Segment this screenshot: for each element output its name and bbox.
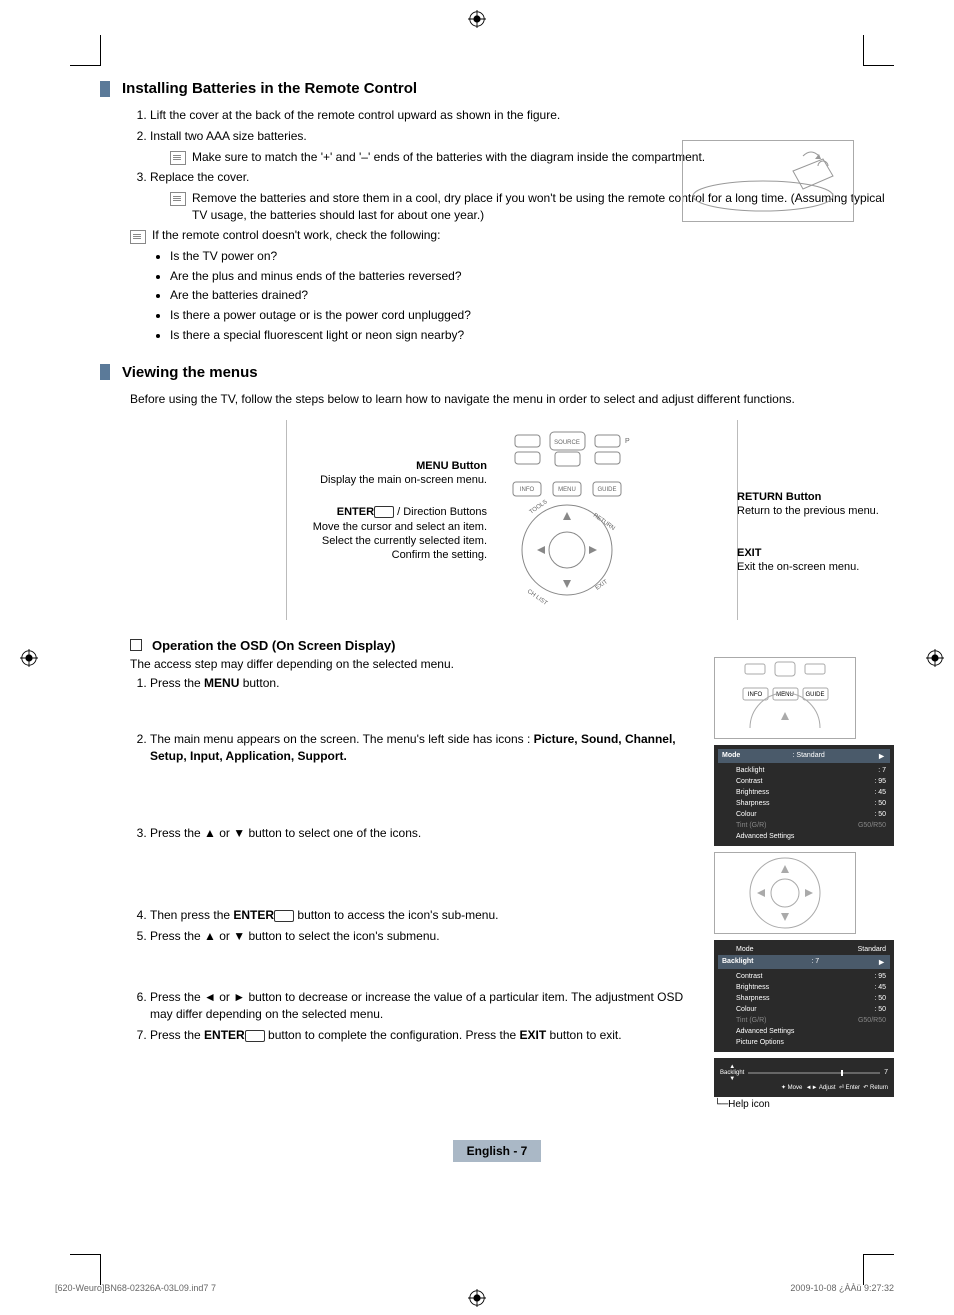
crop-mark: [863, 35, 894, 66]
enter-icon: [245, 1030, 265, 1042]
svg-text:RETURN: RETURN: [592, 512, 616, 531]
svg-text:CH LIST: CH LIST: [526, 588, 549, 606]
osd-heading: Operation the OSD (On Screen Display): [152, 638, 395, 653]
svg-text:P: P: [625, 438, 630, 445]
section-title-batteries: Installing Batteries in the Remote Contr…: [122, 80, 417, 97]
remote-diagram: MENU ButtonDisplay the main on-screen me…: [286, 420, 738, 620]
bullet: Are the plus and minus ends of the batte…: [170, 268, 894, 285]
note-text: Make sure to match the '+' and '–' ends …: [192, 149, 705, 166]
registration-mark-left: [20, 649, 38, 667]
registration-mark-right: [926, 649, 944, 667]
svg-text:TOOLS: TOOLS: [529, 499, 549, 516]
doc-footer-left: [620-Weuro]BN68-02326A-03L09.ind7 7: [55, 1283, 216, 1293]
doc-footer-right: 2009-10-08 ¿ÀÀü 9:27:32: [790, 1283, 894, 1293]
svg-text:EXIT: EXIT: [595, 578, 610, 591]
remote-dpad-illustration: [714, 852, 856, 934]
remote-battery-illustration: [682, 140, 854, 222]
note-icon: [130, 230, 146, 244]
osd-step-5: Press the ▲ or ▼ button to select the ic…: [150, 928, 694, 945]
svg-text:GUIDE: GUIDE: [805, 692, 824, 698]
osd-step-3: Press the ▲ or ▼ button to select one of…: [150, 825, 694, 842]
remote-buttons-illustration: SOURCE P INFO MENU GUIDE: [495, 430, 640, 610]
osd-step-2: The main menu appears on the screen. The…: [150, 731, 694, 765]
osd-intro: The access step may differ depending on …: [130, 657, 694, 671]
remote-top-illustration: INFOMENUGUIDE: [714, 657, 856, 739]
crop-mark: [70, 1254, 101, 1285]
svg-text:GUIDE: GUIDE: [597, 487, 616, 493]
note-icon: [170, 151, 186, 165]
osd-step-7: Press the ENTER button to complete the c…: [150, 1027, 694, 1044]
osd-step-4: Then press the ENTER button to access th…: [150, 907, 694, 924]
crop-mark: [863, 1254, 894, 1285]
svg-text:INFO: INFO: [520, 487, 535, 493]
osd-menu-screenshot-1: Mode: Standard► Backlight: 7 Contrast: 9…: [714, 745, 894, 846]
bullet: Is the TV power on?: [170, 248, 894, 265]
note-icon: [170, 192, 186, 206]
osd-step-6: Press the ◄ or ► button to decrease or i…: [150, 989, 694, 1023]
enter-icon: [274, 910, 294, 922]
trouble-intro: If the remote control doesn't work, chec…: [152, 228, 440, 242]
section-title-menus: Viewing the menus: [122, 364, 258, 381]
svg-text:MENU: MENU: [558, 487, 576, 493]
osd-menu-screenshot-2: ModeStandard Backlight: 7► Contrast: 95 …: [714, 940, 894, 1052]
crop-mark: [70, 35, 101, 66]
intro-text: Before using the TV, follow the steps be…: [130, 391, 894, 408]
bullet: Is there a special fluorescent light or …: [170, 327, 894, 344]
svg-text:SOURCE: SOURCE: [554, 440, 580, 446]
square-bullet-icon: [130, 639, 142, 651]
page-number: English - 7: [453, 1140, 542, 1162]
step-1: Lift the cover at the back of the remote…: [150, 107, 894, 124]
enter-icon: [374, 506, 394, 518]
osd-step-1: Press the MENU button.: [150, 675, 694, 692]
bullet: Is there a power outage or is the power …: [170, 307, 894, 324]
osd-slider-screenshot: ▲Backlight▼ 7 ✦ Move ◄► Adjust ⏎ Enter ↶…: [714, 1058, 894, 1097]
bullet: Are the batteries drained?: [170, 287, 894, 304]
help-icon-label: └─Help icon: [714, 1099, 894, 1110]
registration-mark-top: [468, 10, 486, 28]
svg-text:INFO: INFO: [748, 692, 763, 698]
